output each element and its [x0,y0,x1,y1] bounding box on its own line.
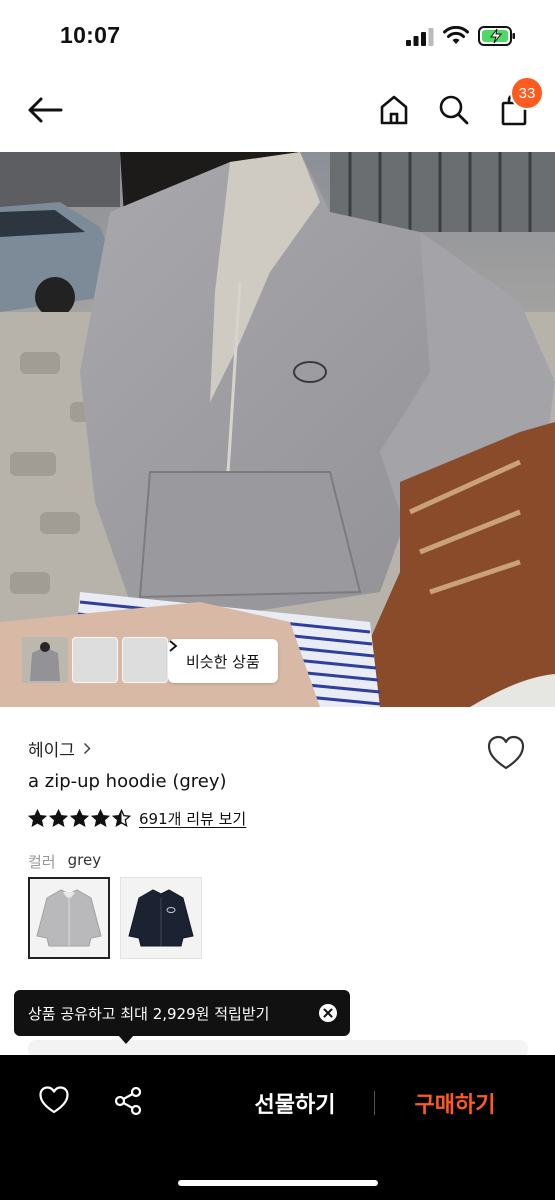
brand-link[interactable]: 헤이그 [28,736,91,761]
status-bar: 10:07 [0,0,555,70]
product-hero-image[interactable]: 비슷한 상품 [0,152,555,707]
star-icon [70,809,89,827]
brand-name: 헤이그 [28,741,75,761]
arrow-left-icon[interactable] [22,90,68,130]
search-icon[interactable] [434,88,474,132]
purchase-bar: 선물하기 구매하기 [0,1055,555,1200]
top-nav: 33 [0,70,555,152]
rating-row: 691개 리뷰 보기 [28,808,246,829]
share-icon[interactable] [112,1085,144,1117]
divider [374,1091,375,1115]
star-icon [112,809,131,827]
chevron-right-icon [169,640,178,652]
thumbnail-2[interactable] [22,637,118,683]
tooltip-text: 상품 공유하고 최대 2,929원 적립받기 [28,1004,270,1023]
option-label: 컬러 [28,853,56,871]
home-icon[interactable] [374,88,414,132]
color-option-row: 컬러 grey [28,851,101,872]
heart-outline-icon[interactable] [38,1085,70,1115]
battery-icon [478,26,515,46]
product-title: a zip-up hoodie (grey) [28,771,227,792]
star-icon [91,809,110,827]
share-reward-tooltip: 상품 공유하고 최대 2,929원 적립받기 [14,990,350,1036]
reviews-link[interactable]: 691개 리뷰 보기 [139,808,246,829]
status-time: 10:07 [60,22,121,48]
signal-icon [406,28,434,46]
home-indicator [178,1180,378,1186]
chevron-right-icon [83,742,91,755]
wifi-icon [443,26,469,44]
tooltip-arrow [118,1035,134,1044]
rating-stars [28,809,131,828]
star-icon [49,809,68,827]
swatch-navy[interactable] [120,877,202,959]
thumbnail-strip [22,637,168,683]
cart-count-badge: 33 [510,76,544,110]
buy-button[interactable]: 구매하기 [392,1085,518,1121]
similar-products-button[interactable]: 비슷한 상품 [168,639,278,683]
option-value: grey [67,851,102,869]
product-photo [0,152,555,707]
color-swatches [28,877,202,959]
thumbnail-3[interactable] [22,637,168,683]
star-icon [28,809,47,827]
gift-button[interactable]: 선물하기 [232,1085,358,1121]
heart-outline-icon[interactable] [486,734,526,772]
swatch-grey[interactable] [28,877,110,959]
close-icon[interactable] [318,1003,338,1023]
similar-products-label: 비슷한 상품 [186,652,260,671]
